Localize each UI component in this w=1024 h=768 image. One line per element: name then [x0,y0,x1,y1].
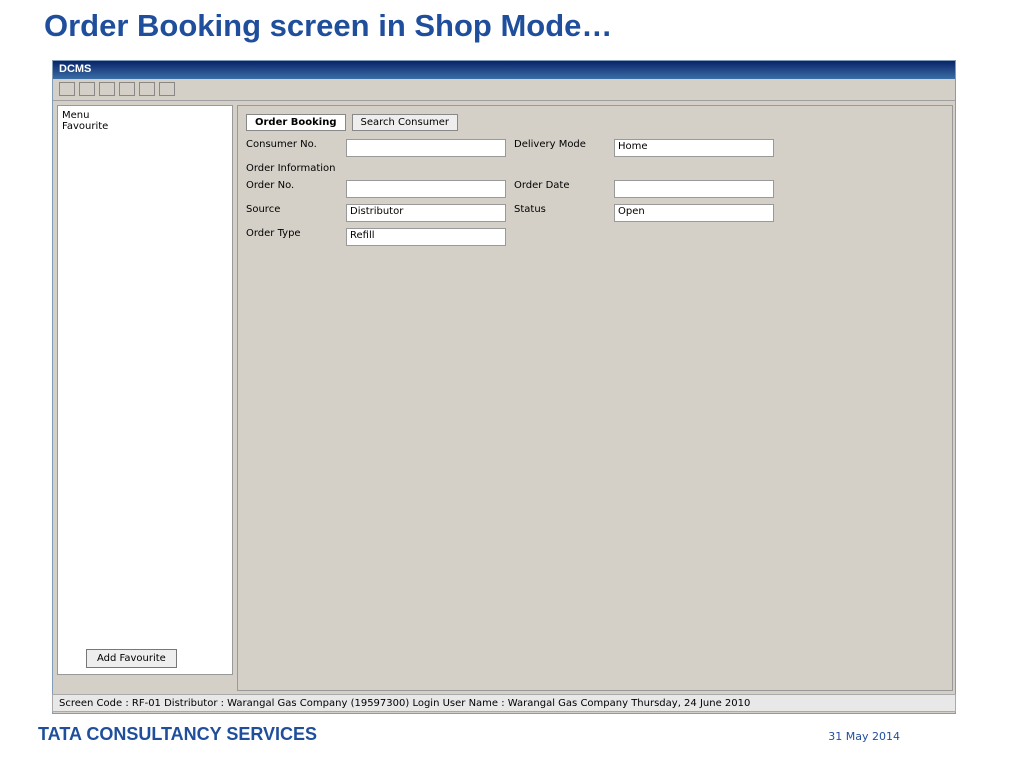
order-type-field[interactable]: Refill [346,228,506,246]
favourite-tab[interactable]: Favourite [62,121,228,132]
add-favourite-button[interactable]: Add Favourite [86,649,177,668]
source-field[interactable]: Distributor [346,204,506,222]
footer-date: 31 May 2014 [828,730,900,743]
toolbar-button[interactable] [119,82,135,96]
order-date-field[interactable] [614,180,774,198]
sidebar: Menu Favourite Add Favourite [57,105,233,675]
order-no-label: Order No. [246,180,295,191]
toolbar-button[interactable] [79,82,95,96]
status-label: Status [514,204,546,215]
main-panel: Order Booking Search Consumer Consumer N… [237,105,953,691]
toolbar [53,79,955,101]
menu-tab[interactable]: Menu [62,110,228,121]
toolbar-button[interactable] [159,82,175,96]
source-label: Source [246,204,281,215]
toolbar-button[interactable] [59,82,75,96]
source-row: Source Distributor Status Open [246,204,944,222]
tab-search-consumer[interactable]: Search Consumer [351,114,459,131]
consumer-no-label: Consumer No. [246,139,317,150]
page-title: Order Booking screen in Shop Mode… [44,8,613,43]
order-info-row: Order Information [246,163,944,174]
order-type-label: Order Type [246,228,301,239]
order-info-label: Order Information [246,163,336,174]
window-title: DCMS [59,63,92,75]
status-bar: Screen Code : RF-01 Distributor : Warang… [52,694,956,712]
order-number-row: Order No. Order Date [246,180,944,198]
tab-order-booking[interactable]: Order Booking [246,114,346,131]
dcms-window: DCMS Menu Favourite Add Favourite Order … [52,60,956,714]
delivery-mode-label: Delivery Mode [514,139,586,150]
order-type-row: Order Type Refill [246,228,944,246]
toolbar-button[interactable] [139,82,155,96]
order-no-field[interactable] [346,180,506,198]
toolbar-button[interactable] [99,82,115,96]
window-titlebar: DCMS [53,61,955,79]
order-date-label: Order Date [514,180,570,191]
consumer-no-field[interactable] [346,139,506,157]
status-field[interactable]: Open [614,204,774,222]
delivery-mode-select[interactable]: Home [614,139,774,157]
footer-brand: TATA CONSULTANCY SERVICES [38,724,318,744]
consumer-row: Consumer No. Delivery Mode Home [246,139,944,157]
tabs: Order Booking Search Consumer [246,114,944,131]
